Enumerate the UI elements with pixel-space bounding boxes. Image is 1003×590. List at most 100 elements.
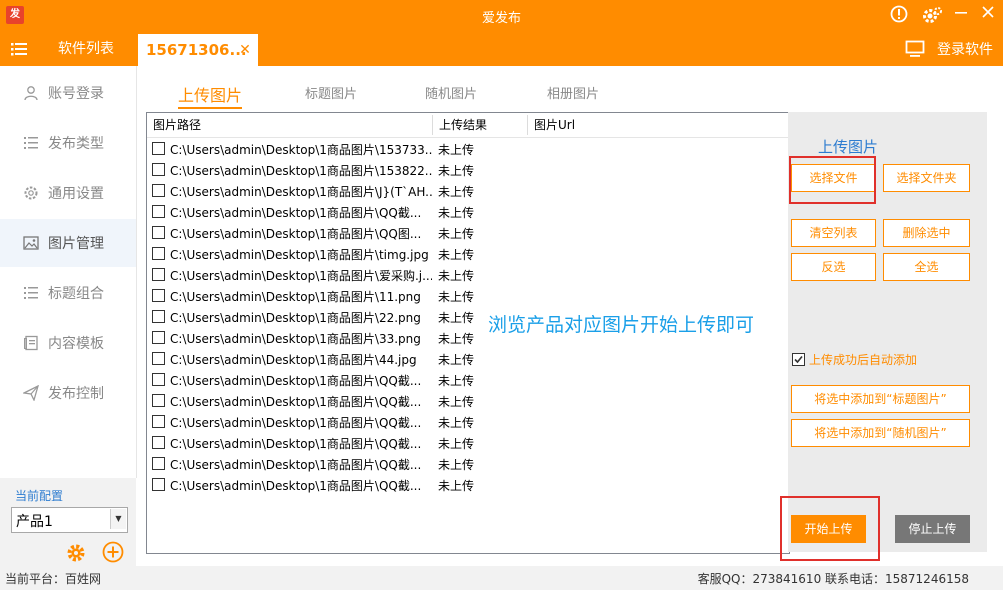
table-row[interactable]: C:\Users\admin\Desktop\1商品图片\11.png 未上传: [147, 285, 789, 306]
status-bar: 当前平台：百姓网 客服QQ：273841610 联系电话：15871246158: [0, 566, 1003, 590]
tab-active-account[interactable]: 15671306... ✕: [138, 34, 258, 66]
window-title: 爱发布: [481, 11, 521, 26]
row-path: C:\Users\admin\Desktop\1商品图片\44.jpg: [170, 353, 417, 367]
row-checkbox[interactable]: [152, 352, 165, 365]
row-path: C:\Users\admin\Desktop\1商品图片\J}(T`AH...: [170, 185, 432, 199]
sidebar-item-publish-control[interactable]: 发布控制: [0, 369, 136, 417]
minimize-icon[interactable]: [950, 5, 972, 27]
sidebar-item-general-settings[interactable]: 通用设置: [0, 169, 136, 217]
add-to-title-images-button[interactable]: 将选中添加到“标题图片”: [791, 385, 970, 413]
select-all-button[interactable]: 全选: [883, 253, 970, 281]
table-row[interactable]: C:\Users\admin\Desktop\1商品图片\QQ截... 未上传: [147, 453, 789, 474]
row-checkbox[interactable]: [152, 478, 165, 491]
row-checkbox[interactable]: [152, 163, 165, 176]
sidebar-item-label: 发布控制: [48, 386, 104, 402]
row-checkbox[interactable]: [152, 436, 165, 449]
table-row[interactable]: C:\Users\admin\Desktop\1商品图片\153822... 未上…: [147, 159, 789, 180]
highlight-box-start-upload: [780, 496, 880, 561]
row-result: 未上传: [438, 185, 475, 199]
auto-add-label: 上传成功后自动添加: [809, 353, 918, 367]
list-icon: [24, 287, 38, 299]
list-header: 图片路径 上传结果 图片Url: [147, 113, 789, 138]
column-header-url[interactable]: 图片Url: [528, 113, 728, 137]
row-checkbox[interactable]: [152, 289, 165, 302]
column-header-result[interactable]: 上传结果: [433, 113, 527, 137]
column-header-path[interactable]: 图片路径: [147, 113, 432, 137]
subtab-random-images[interactable]: 随机图片: [425, 83, 477, 102]
auto-add-checkbox[interactable]: 上传成功后自动添加: [792, 351, 917, 368]
row-path: C:\Users\admin\Desktop\1商品图片\QQ截...: [170, 374, 422, 388]
login-button[interactable]: 登录软件: [905, 39, 993, 59]
table-row[interactable]: C:\Users\admin\Desktop\1商品图片\QQ截... 未上传: [147, 390, 789, 411]
row-checkbox[interactable]: [152, 457, 165, 470]
row-checkbox[interactable]: [152, 226, 165, 239]
table-row[interactable]: C:\Users\admin\Desktop\1商品图片\QQ截... 未上传: [147, 432, 789, 453]
table-row[interactable]: C:\Users\admin\Desktop\1商品图片\QQ截... 未上传: [147, 474, 789, 495]
row-checkbox[interactable]: [152, 373, 165, 386]
tab-software-list[interactable]: 软件列表: [44, 32, 128, 66]
row-checkbox[interactable]: [152, 310, 165, 323]
sidebar-item-account-login[interactable]: 账号登录: [0, 69, 136, 117]
close-window-icon[interactable]: [977, 5, 999, 27]
sidebar-item-label: 内容模板: [48, 336, 104, 352]
row-result: 未上传: [438, 416, 475, 430]
config-gear-icon[interactable]: [66, 543, 86, 563]
sidebar-item-title-combination[interactable]: 标题组合: [0, 269, 136, 317]
row-checkbox[interactable]: [152, 205, 165, 218]
row-path: C:\Users\admin\Desktop\1商品图片\153822...: [170, 164, 432, 178]
table-row[interactable]: C:\Users\admin\Desktop\1商品图片\QQ截... 未上传: [147, 201, 789, 222]
clear-list-button[interactable]: 清空列表: [791, 219, 876, 247]
row-path: C:\Users\admin\Desktop\1商品图片\QQ图...: [170, 227, 422, 241]
sidebar-item-content-template[interactable]: 内容模板: [0, 319, 136, 367]
table-row[interactable]: C:\Users\admin\Desktop\1商品图片\QQ截... 未上传: [147, 411, 789, 432]
row-checkbox[interactable]: [152, 331, 165, 344]
table-row[interactable]: C:\Users\admin\Desktop\1商品图片\QQ截... 未上传: [147, 369, 789, 390]
tab-close-icon[interactable]: ✕: [238, 43, 252, 57]
list-icon: [24, 137, 38, 149]
sidebar-item-image-management[interactable]: 图片管理: [0, 219, 136, 267]
invert-selection-button[interactable]: 反选: [791, 253, 876, 281]
table-row[interactable]: C:\Users\admin\Desktop\1商品图片\153733... 未上…: [147, 138, 789, 159]
subtab-album-images[interactable]: 相册图片: [547, 83, 599, 102]
table-row[interactable]: C:\Users\admin\Desktop\1商品图片\J}(T`AH... 未…: [147, 180, 789, 201]
chevron-down-icon[interactable]: ▼: [110, 509, 126, 529]
config-select[interactable]: 产品1 ▼: [11, 507, 128, 533]
menu-icon[interactable]: [10, 40, 28, 58]
document-icon: [24, 335, 38, 351]
login-label: 登录软件: [937, 42, 993, 58]
table-row[interactable]: C:\Users\admin\Desktop\1商品图片\44.jpg 未上传: [147, 348, 789, 369]
config-panel: 当前配置 产品1 ▼: [0, 478, 136, 566]
row-path: C:\Users\admin\Desktop\1商品图片\QQ截...: [170, 479, 422, 493]
add-circle-icon[interactable]: [102, 541, 124, 563]
row-result: 未上传: [438, 248, 475, 262]
send-icon: [23, 385, 39, 401]
row-path: C:\Users\admin\Desktop\1商品图片\QQ截...: [170, 437, 422, 451]
row-checkbox[interactable]: [152, 184, 165, 197]
row-checkbox[interactable]: [152, 415, 165, 428]
stop-upload-button[interactable]: 停止上传: [895, 515, 970, 543]
row-checkbox[interactable]: [152, 394, 165, 407]
subtab-upload-images[interactable]: 上传图片: [178, 82, 243, 109]
row-checkbox[interactable]: [152, 268, 165, 281]
row-checkbox[interactable]: [152, 142, 165, 155]
instruction-overlay: 浏览产品对应图片开始上传即可: [488, 314, 755, 336]
settings-gear-icon[interactable]: [921, 5, 943, 27]
subtab-title-images[interactable]: 标题图片: [305, 83, 357, 102]
sidebar: 账号登录 发布类型 通用设置 图片管理 标题组合 内容模板 发布控制: [0, 66, 137, 478]
row-result: 未上传: [438, 458, 475, 472]
table-row[interactable]: C:\Users\admin\Desktop\1商品图片\QQ图... 未上传: [147, 222, 789, 243]
add-to-random-images-button[interactable]: 将选中添加到“随机图片”: [791, 419, 970, 447]
table-row[interactable]: C:\Users\admin\Desktop\1商品图片\爱采购.j... 未上传: [147, 264, 789, 285]
checkbox-checked-icon[interactable]: [792, 353, 805, 366]
select-folder-button[interactable]: 选择文件夹: [883, 164, 970, 192]
table-row[interactable]: C:\Users\admin\Desktop\1商品图片\timg.jpg 未上传: [147, 243, 789, 264]
status-contact: 客服QQ：273841610 联系电话：15871246158: [697, 572, 969, 586]
info-icon[interactable]: [888, 5, 910, 27]
image-icon: [23, 236, 39, 250]
sidebar-item-publish-type[interactable]: 发布类型: [0, 119, 136, 167]
status-platform: 当前平台：百姓网: [5, 572, 102, 586]
row-result: 未上传: [438, 206, 475, 220]
delete-selected-button[interactable]: 删除选中: [883, 219, 970, 247]
row-path: C:\Users\admin\Desktop\1商品图片\QQ截...: [170, 206, 422, 220]
row-checkbox[interactable]: [152, 247, 165, 260]
